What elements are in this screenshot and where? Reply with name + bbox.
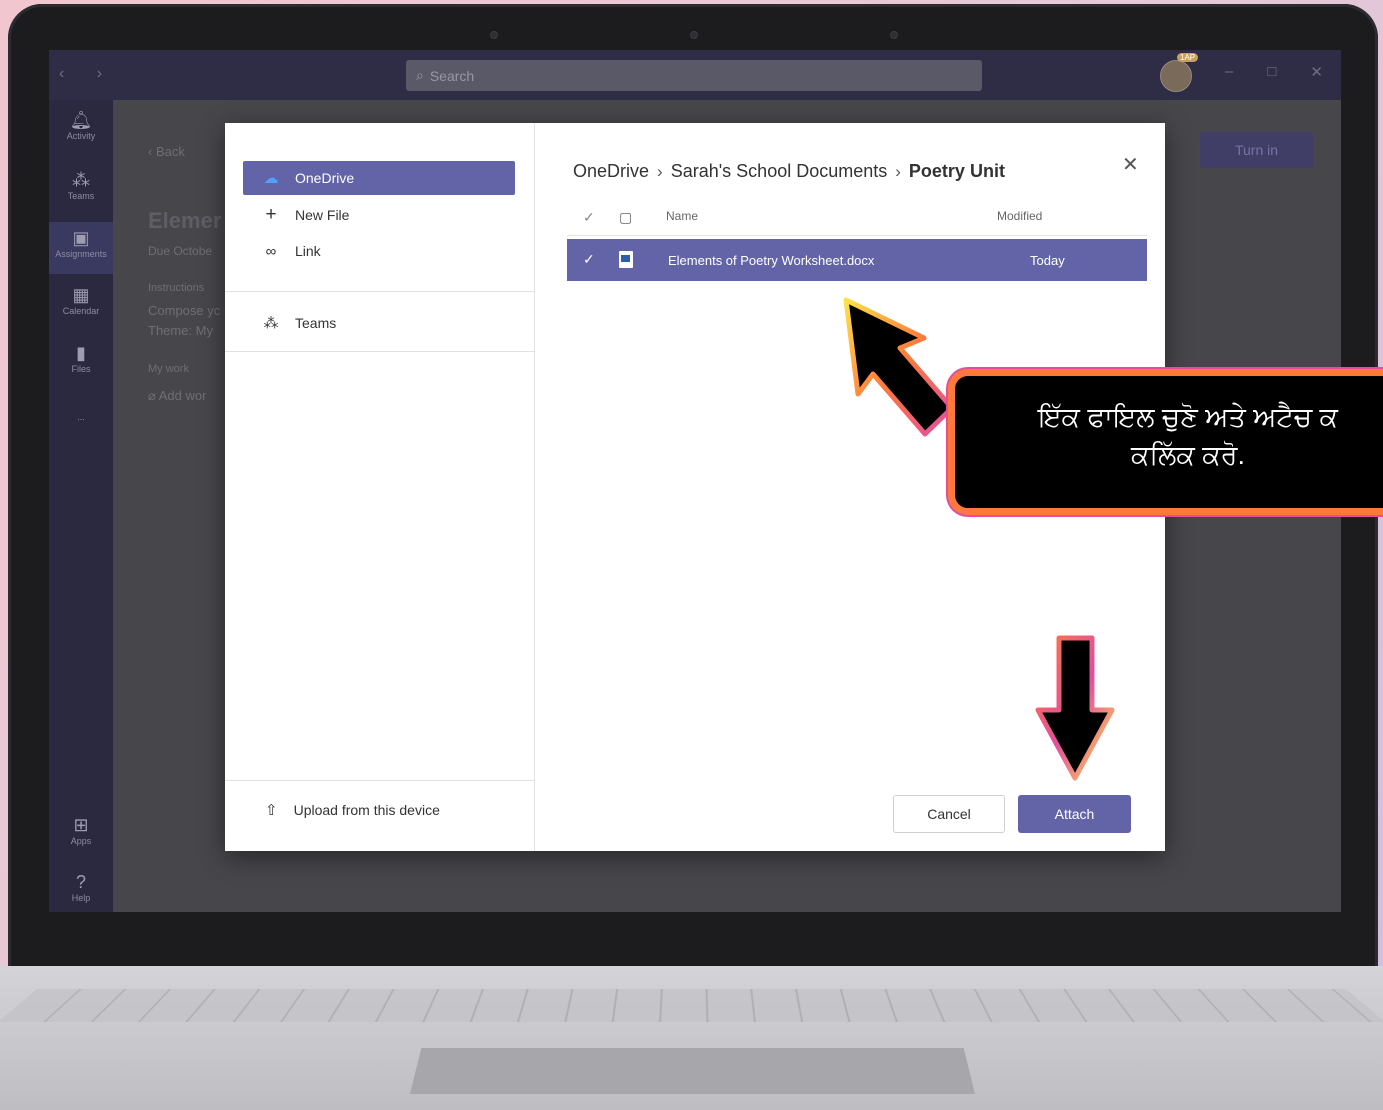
annotation-arrows bbox=[843, 297, 1115, 781]
arrow-pointing-attach-icon bbox=[1035, 635, 1115, 781]
arrow-pointing-file-icon bbox=[843, 297, 955, 437]
callout-text: ਇੱਕ ਫਾਇਲ ਚੁਣੋ ਅਤੇ ਅਟੈਚ ਕ ਕਲਿੱਕ ਕਰੋ. bbox=[1038, 402, 1338, 470]
instruction-callout: ਇੱਕ ਫਾਇਲ ਚੁਣੋ ਅਤੇ ਅਟੈਚ ਕ ਕਲਿੱਕ ਕਰੋ. bbox=[948, 369, 1383, 515]
